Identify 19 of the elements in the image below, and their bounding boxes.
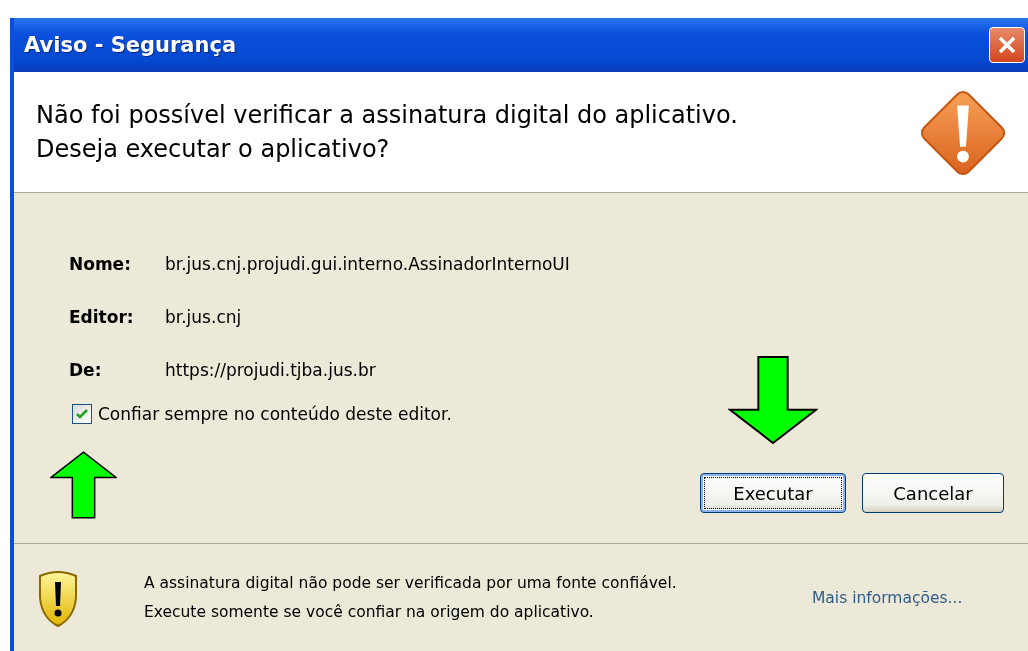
window-title: Aviso - Segurança [24, 33, 237, 57]
field-label: De: [69, 359, 103, 380]
field-value: https://projudi.tjba.jus.br [165, 359, 376, 380]
close-icon [997, 35, 1017, 55]
field-value: br.jus.cnj [165, 306, 242, 327]
field-label: Nome: [69, 253, 132, 274]
footer-message: A assinatura digital não pode ser verificada por uma fonte confiável. Execute somente se você confiar na origem do aplicativo. [144, 573, 678, 623]
field-value: br.jus.cnj.projudi.gui.interno.AssinadorInternoUI [165, 253, 570, 274]
trust-checkbox[interactable] [72, 404, 92, 424]
cancel-button[interactable]: Cancelar [862, 473, 1004, 513]
check-icon [75, 407, 89, 421]
more-info-link[interactable]: Mais informações... [812, 589, 963, 607]
checkbox-label: Confiar sempre no conteúdo deste editor. [98, 404, 452, 424]
field-label: Editor: [69, 306, 135, 327]
close-button[interactable] [989, 27, 1025, 63]
arrow-drawing [50, 451, 117, 519]
warning-message: Não foi possível verificar a assinatura digital do aplicativo. Deseja executar o aplicativo? [36, 100, 739, 165]
shield-warning-icon [38, 568, 78, 628]
run-button[interactable]: Executar [700, 473, 846, 513]
